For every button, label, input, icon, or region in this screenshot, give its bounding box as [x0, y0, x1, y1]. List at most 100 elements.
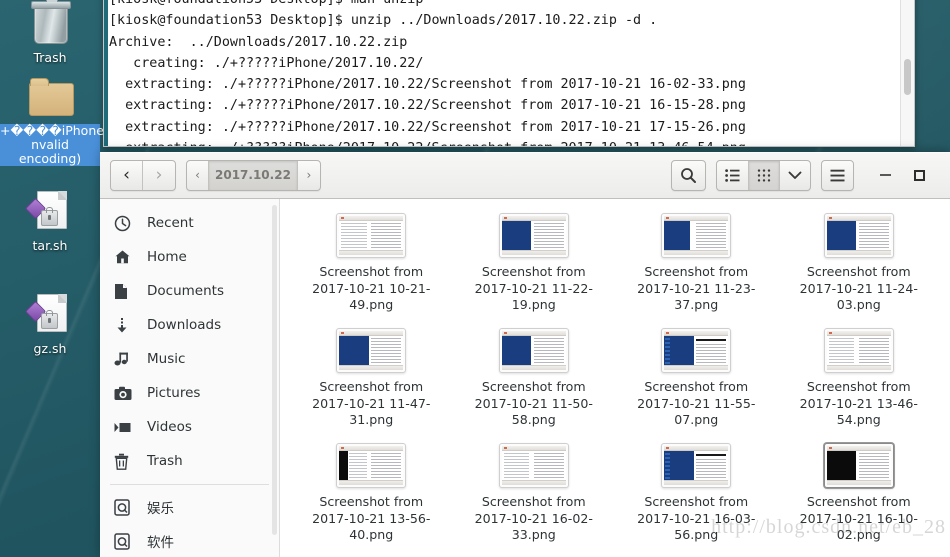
script-file-icon — [23, 190, 77, 236]
sidebar-item-device-software[interactable]: 软件 — [100, 524, 279, 557]
chevron-down-icon — [788, 171, 802, 179]
list-view-button[interactable] — [717, 160, 749, 190]
view-options-dropdown-button[interactable] — [780, 161, 810, 190]
terminal-scrollbar[interactable] — [900, 0, 914, 146]
file-thumbnail — [336, 443, 407, 488]
sidebar-item-trash[interactable]: Trash — [100, 444, 279, 478]
file-item[interactable]: Screenshot from 2017-10-21 13-46-54.png — [778, 322, 941, 437]
trash-icon — [23, 0, 77, 48]
script-file-icon — [23, 293, 77, 339]
sidebar-item-music[interactable]: Music — [100, 342, 279, 376]
breadcrumb-next-button[interactable]: › — [298, 161, 320, 190]
file-list-area[interactable]: Screenshot from 2017-10-21 10-21-49.png S… — [280, 199, 950, 557]
navigation-button-group: ‹ › — [110, 159, 176, 191]
folder-icon — [23, 75, 77, 121]
desktop-icon-tar-sh[interactable]: tar.sh — [0, 190, 100, 253]
thumbnail-preview — [501, 216, 566, 255]
drive-icon — [114, 498, 138, 516]
sidebar-divider — [110, 484, 269, 485]
file-name-label: Screenshot from 2017-10-21 16-03-56.png — [637, 494, 756, 542]
minimize-button[interactable] — [868, 160, 902, 190]
sidebar-item-label: Recent — [147, 215, 194, 231]
thumbnail-preview — [826, 331, 891, 370]
desktop-icon-iphone-folder-label-line2: nvalid encoding) — [0, 138, 100, 166]
file-item[interactable]: Screenshot from 2017-10-21 16-03-56.png — [615, 437, 778, 552]
terminal-scrollbar-thumb[interactable] — [904, 59, 911, 95]
thumbnail-preview — [339, 446, 404, 485]
home-icon — [114, 249, 138, 265]
search-button[interactable] — [672, 161, 705, 190]
file-manager-header-bar: ‹ › ‹ 2017.10.22 › — [100, 152, 950, 199]
sidebar-item-pictures[interactable]: Pictures — [100, 376, 279, 410]
desktop-icon-trash-label: Trash — [33, 50, 67, 65]
desktop-icon-iphone-folder-label-line1: +����iPhone — [0, 123, 104, 138]
breadcrumb-current-path[interactable]: 2017.10.22 — [209, 160, 298, 190]
thumbnail-preview — [664, 216, 729, 255]
file-grid: Screenshot from 2017-10-21 10-21-49.png S… — [280, 207, 950, 552]
hamburger-menu-button[interactable] — [822, 161, 853, 190]
minimize-icon — [879, 174, 891, 176]
file-thumbnail — [336, 328, 407, 373]
drive-icon — [114, 532, 138, 550]
maximize-button[interactable] — [902, 160, 936, 190]
file-name-label: Screenshot from 2017-10-21 13-46-54.png — [799, 379, 918, 427]
file-item[interactable]: Screenshot from 2017-10-21 13-56-40.png — [290, 437, 453, 552]
desktop-icon-iphone-folder[interactable]: +����iPhone nvalid encoding) — [0, 75, 104, 166]
thumbnail-preview — [339, 216, 404, 255]
sidebar-item-documents[interactable]: Documents — [100, 274, 279, 308]
forward-button[interactable]: › — [143, 161, 175, 190]
file-thumbnail — [823, 443, 894, 488]
sidebar-item-home[interactable]: Home — [100, 240, 279, 274]
music-note-icon — [114, 351, 138, 367]
sidebar-item-label: 娱乐 — [147, 501, 174, 517]
trash-icon — [114, 453, 138, 470]
file-item[interactable]: Screenshot from 2017-10-21 11-24-03.png — [778, 207, 941, 322]
file-item[interactable]: Screenshot from 2017-10-21 11-23-37.png — [615, 207, 778, 322]
sidebar-item-label: Music — [147, 351, 186, 367]
file-item[interactable]: Screenshot from 2017-10-21 11-55-07.png — [615, 322, 778, 437]
sidebar-item-videos[interactable]: Videos — [100, 410, 279, 444]
sidebar-item-device-entertainment[interactable]: 娱乐 — [100, 490, 279, 524]
desktop-background: Trash +����iPhone nvalid encoding) tar.s… — [0, 0, 950, 557]
file-item[interactable]: Screenshot from 2017-10-21 11-47-31.png — [290, 322, 453, 437]
thumbnail-preview — [826, 446, 891, 485]
file-name-label: Screenshot from 2017-10-21 16-02-33.png — [474, 494, 593, 542]
grid-view-button[interactable] — [749, 160, 780, 190]
file-item[interactable]: Screenshot from 2017-10-21 16-10-02.png — [778, 437, 941, 552]
file-thumbnail — [498, 443, 569, 488]
file-item[interactable]: Screenshot from 2017-10-21 16-02-33.png — [453, 437, 616, 552]
breadcrumb-prev-button[interactable]: ‹ — [187, 160, 209, 190]
desktop-icon-gz-sh[interactable]: gz.sh — [0, 293, 100, 356]
clock-icon — [114, 215, 138, 232]
desktop-icon-trash[interactable]: Trash — [0, 0, 100, 65]
search-button-group — [671, 159, 706, 191]
terminal-window[interactable]: [kiosk@foundation53 Desktop]$ man unzip … — [103, 0, 915, 147]
desktop-icon-tar-sh-label: tar.sh — [32, 238, 68, 253]
terminal-output: [kiosk@foundation53 Desktop]$ man unzip … — [109, 0, 746, 146]
file-name-label: Screenshot from 2017-10-21 13-56-40.png — [312, 494, 431, 542]
sidebar-item-label: Videos — [147, 419, 192, 435]
download-icon — [114, 317, 138, 334]
sidebar-item-label: Pictures — [147, 385, 201, 401]
back-button[interactable]: ‹ — [111, 160, 143, 190]
file-name-label: Screenshot from 2017-10-21 11-24-03.png — [799, 264, 918, 312]
view-mode-button-group — [716, 159, 811, 191]
sidebar-item-label: Home — [147, 249, 187, 265]
file-item[interactable]: Screenshot from 2017-10-21 11-22-19.png — [453, 207, 616, 322]
sidebar-scrollbar[interactable] — [272, 205, 277, 535]
file-thumbnail — [661, 328, 732, 373]
thumbnail-preview — [664, 331, 729, 370]
breadcrumb: ‹ 2017.10.22 › — [186, 159, 321, 191]
file-name-label: Screenshot from 2017-10-21 11-50-58.png — [474, 379, 593, 427]
document-icon — [114, 283, 138, 300]
file-item[interactable]: Screenshot from 2017-10-21 10-21-49.png — [290, 207, 453, 322]
file-item[interactable]: Screenshot from 2017-10-21 11-50-58.png — [453, 322, 616, 437]
thumbnail-preview — [339, 331, 404, 370]
menu-button-group — [821, 159, 854, 191]
file-name-label: Screenshot from 2017-10-21 11-22-19.png — [474, 264, 593, 312]
file-manager-window[interactable]: ‹ › ‹ 2017.10.22 › Recent Home Documents… — [100, 152, 950, 557]
sidebar-item-recent[interactable]: Recent — [100, 206, 279, 240]
file-thumbnail — [823, 213, 894, 258]
sidebar-item-downloads[interactable]: Downloads — [100, 308, 279, 342]
file-thumbnail — [498, 328, 569, 373]
